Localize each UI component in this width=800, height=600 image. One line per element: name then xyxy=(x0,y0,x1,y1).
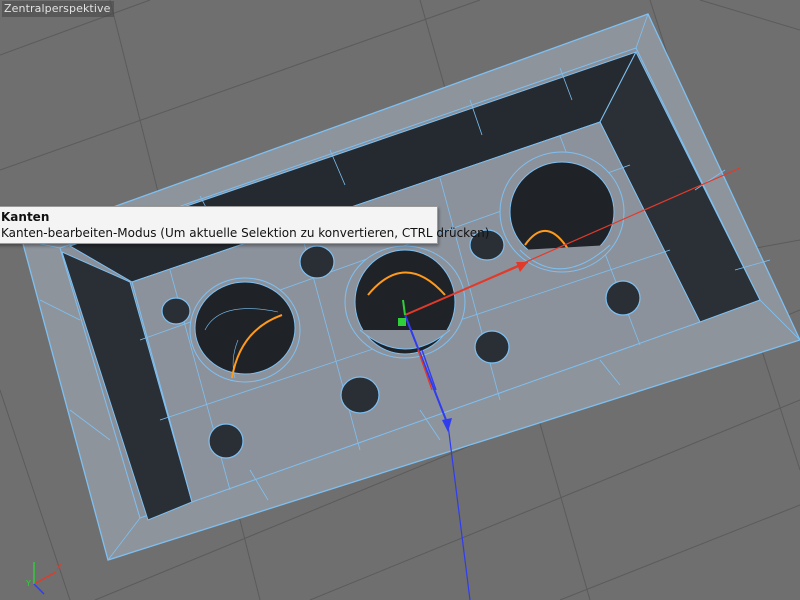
lego-brick-mesh[interactable] xyxy=(21,13,800,561)
tooltip-description: Kanten-bearbeiten-Modus (Um aktuelle Sel… xyxy=(1,226,490,240)
axis-y-label: Y xyxy=(25,579,31,588)
tooltip-title: Kanten xyxy=(1,210,50,224)
world-axis-icon: X Y xyxy=(22,556,72,596)
viewport-camera-label[interactable]: Zentralperspektive xyxy=(2,1,115,17)
3d-viewport[interactable]: Zentralperspektive Kanten Kanten-bearbei… xyxy=(0,0,800,600)
axis-x-label: X xyxy=(56,563,62,572)
cylinder-hole-left[interactable] xyxy=(189,277,301,383)
mode-tooltip: Kanten Kanten-bearbeiten-Modus (Um aktue… xyxy=(0,206,490,244)
cylinder-hole-right[interactable] xyxy=(499,151,625,273)
viewport-scene xyxy=(0,0,800,600)
cylinder-hole-middle[interactable] xyxy=(344,245,466,359)
